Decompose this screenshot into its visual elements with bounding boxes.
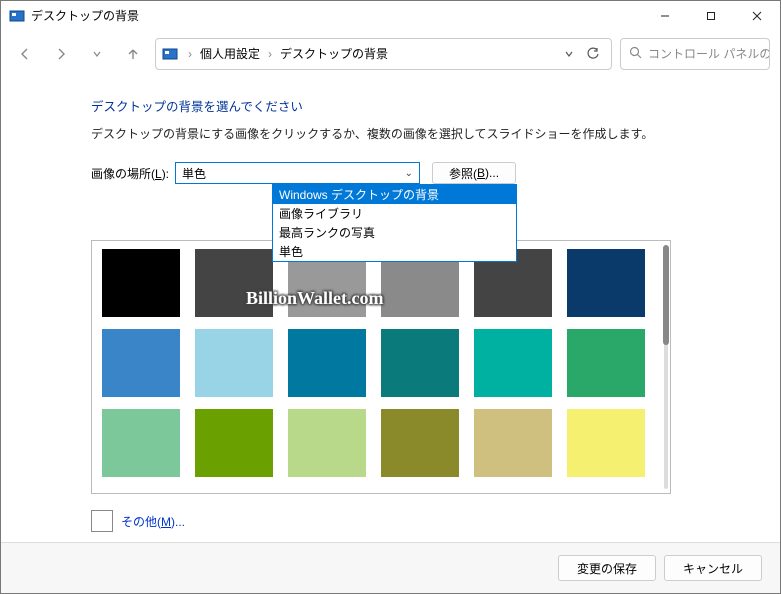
breadcrumb[interactable]: › 個人用設定 › デスクトップの背景 [155,38,612,70]
dropdown-item-solid-color[interactable]: 単色 [273,242,516,261]
location-label: 画像の場所(L): [91,165,169,182]
color-swatch[interactable] [474,329,552,397]
color-grid [102,249,660,477]
breadcrumb-item-personalization[interactable]: 個人用設定 [198,45,262,62]
dropdown-item-windows-bg[interactable]: Windows デスクトップの背景 [273,185,516,204]
titlebar-buttons [642,1,780,31]
navbar: › 個人用設定 › デスクトップの背景 コントロール パネルの... [1,31,780,78]
breadcrumb-dropdown-button[interactable] [557,42,581,66]
scrollbar-thumb[interactable] [663,245,669,345]
page-subtitle: デスクトップの背景にする画像をクリックするか、複数の画像を選択してスライドショー… [91,125,760,142]
color-swatch[interactable] [195,329,273,397]
color-swatch[interactable] [567,249,645,317]
color-swatch[interactable] [102,329,180,397]
up-button[interactable] [119,40,147,68]
chevron-right-icon: › [262,47,278,61]
combobox-value: 単色 [182,165,206,182]
page-title: デスクトップの背景を選んでください [91,96,760,115]
breadcrumb-item-desktop-bg[interactable]: デスクトップの背景 [278,45,390,62]
color-swatch[interactable] [195,409,273,477]
refresh-button[interactable] [581,42,605,66]
location-dropdown-list: Windows デスクトップの背景 画像ライブラリ 最高ランクの写真 単色 [272,184,517,262]
color-swatch[interactable] [567,329,645,397]
titlebar: デスクトップの背景 [1,1,780,31]
app-icon [9,8,25,24]
chevron-right-icon: › [182,47,198,61]
color-grid-area [91,240,671,494]
color-swatch[interactable] [195,249,273,317]
window: デスクトップの背景 › 個人用設定 › デスクトップの背景 コントロール パネル… [0,0,781,594]
recent-dropdown[interactable] [83,40,111,68]
window-title: デスクトップの背景 [31,7,642,24]
search-icon [629,46,642,62]
close-button[interactable] [734,1,780,31]
other-color-row: その他(M)... [91,510,760,532]
dropdown-item-top-rated[interactable]: 最高ランクの写真 [273,223,516,242]
color-swatch[interactable] [102,249,180,317]
color-swatch[interactable] [288,329,366,397]
maximize-button[interactable] [688,1,734,31]
minimize-button[interactable] [642,1,688,31]
color-swatch[interactable] [381,409,459,477]
color-swatch[interactable] [567,409,645,477]
dropdown-item-picture-library[interactable]: 画像ライブラリ [273,204,516,223]
other-color-link[interactable]: その他(M)... [121,513,185,530]
other-color-swatch[interactable] [91,510,113,532]
breadcrumb-icon [162,46,178,62]
browse-button[interactable]: 参照(B)... [432,162,516,184]
button-bar: 変更の保存 キャンセル [1,542,780,593]
back-button[interactable] [11,40,39,68]
color-swatch[interactable] [288,409,366,477]
forward-button[interactable] [47,40,75,68]
color-swatch[interactable] [474,409,552,477]
color-swatch[interactable] [381,329,459,397]
save-button[interactable]: 変更の保存 [558,555,656,581]
location-combobox[interactable]: 単色 ⌄ [175,162,420,184]
chevron-down-icon: ⌄ [405,168,413,179]
cancel-button[interactable]: キャンセル [664,555,762,581]
content-area: デスクトップの背景を選んでください デスクトップの背景にする画像をクリックするか… [1,78,780,542]
color-swatch[interactable] [102,409,180,477]
location-row: 画像の場所(L): 単色 ⌄ 参照(B)... Windows デスクトップの背… [91,162,760,184]
search-placeholder: コントロール パネルの... [648,45,770,62]
search-input[interactable]: コントロール パネルの... [620,38,770,70]
